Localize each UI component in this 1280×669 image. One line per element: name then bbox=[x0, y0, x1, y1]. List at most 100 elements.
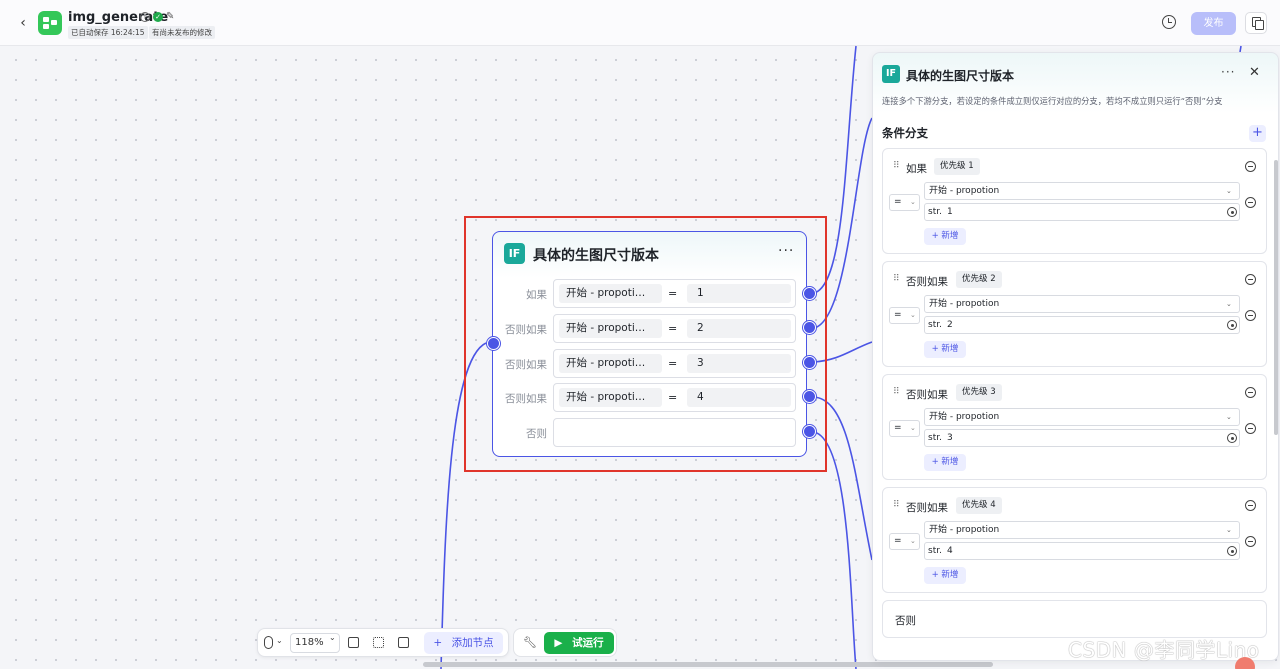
value-input[interactable]: str. 1 bbox=[924, 203, 1240, 221]
value-type: str. bbox=[928, 546, 942, 556]
more-icon[interactable]: ··· bbox=[1221, 65, 1235, 79]
node-settings-panel: IF 具体的生图尺寸版本 ··· ✕ 连接多个下游分支，若设定的条件成立则仅运行… bbox=[872, 52, 1279, 661]
condition-row[interactable]: 开始 - propoti… = 4 bbox=[553, 383, 796, 412]
variable-reference-icon[interactable] bbox=[1227, 433, 1237, 443]
add-node-button[interactable]: + 添加节点 bbox=[424, 632, 503, 654]
minimap-icon[interactable] bbox=[398, 637, 409, 648]
condition-label: 否则如果 bbox=[505, 324, 547, 336]
remove-branch-icon[interactable] bbox=[1245, 274, 1256, 285]
variable-reference-icon[interactable] bbox=[1227, 207, 1237, 217]
chevron-down-icon: ⌄ bbox=[910, 424, 916, 432]
chevron-down-icon[interactable]: ⌄ bbox=[329, 633, 336, 642]
else-label: 否则 bbox=[526, 428, 547, 440]
variable-select[interactable]: 开始 - propotion bbox=[924, 182, 1240, 200]
priority-badge: 优先级 2 bbox=[956, 271, 1002, 288]
condition-variable: 开始 - propoti… bbox=[559, 284, 662, 303]
test-run-label: 试运行 bbox=[572, 637, 604, 649]
remove-branch-icon[interactable] bbox=[1245, 161, 1256, 172]
close-icon[interactable]: ✕ bbox=[1249, 65, 1260, 80]
mouse-mode-icon[interactable] bbox=[264, 636, 273, 649]
drag-handle-icon[interactable]: ⠿ bbox=[893, 387, 900, 397]
value-text: 2 bbox=[947, 320, 953, 330]
condition-value: 3 bbox=[687, 354, 791, 373]
priority-badge: 优先级 3 bbox=[956, 384, 1002, 401]
output-port[interactable] bbox=[803, 390, 816, 403]
output-port[interactable] bbox=[803, 287, 816, 300]
remove-condition-icon[interactable] bbox=[1245, 197, 1256, 208]
condition-value: 4 bbox=[687, 388, 791, 407]
add-condition-button[interactable]: + 新增 bbox=[924, 228, 966, 245]
value-text: 1 bbox=[947, 207, 953, 217]
condition-row[interactable]: 开始 - propoti… = 3 bbox=[553, 349, 796, 378]
condition-variable: 开始 - propoti… bbox=[559, 319, 662, 338]
condition-operator: = bbox=[668, 322, 678, 335]
add-condition-button[interactable]: + 新增 bbox=[924, 454, 966, 471]
variable-reference-icon[interactable] bbox=[1227, 546, 1237, 556]
layout-grid-icon[interactable] bbox=[373, 637, 384, 648]
variable-select[interactable]: 开始 - propotion bbox=[924, 295, 1240, 313]
condition-value: 1 bbox=[687, 284, 791, 303]
condition-branch: ⠿ 否则如果 优先级 2 = ⌄ 开始 - propotion ⌄ str. 2… bbox=[882, 261, 1267, 367]
output-port[interactable] bbox=[803, 356, 816, 369]
drag-handle-icon[interactable]: ⠿ bbox=[893, 500, 900, 510]
add-condition-button[interactable]: + 新增 bbox=[924, 341, 966, 358]
chevron-down-icon: ⌄ bbox=[910, 198, 916, 206]
add-condition-button[interactable]: + 新增 bbox=[924, 567, 966, 584]
value-input[interactable]: str. 4 bbox=[924, 542, 1240, 560]
add-branch-button[interactable]: + bbox=[1249, 125, 1266, 142]
remove-condition-icon[interactable] bbox=[1245, 423, 1256, 434]
chevron-down-icon: ⌄ bbox=[910, 311, 916, 319]
value-type: str. bbox=[928, 320, 942, 330]
value-text: 3 bbox=[947, 433, 953, 443]
chevron-down-icon: ⌄ bbox=[1226, 300, 1232, 308]
drag-handle-icon[interactable]: ⠿ bbox=[893, 161, 900, 171]
input-port[interactable] bbox=[487, 337, 500, 350]
branch-label: 否则如果 bbox=[906, 276, 948, 288]
condition-branch: ⠿ 否则如果 优先级 4 = ⌄ 开始 - propotion ⌄ str. 4… bbox=[882, 487, 1267, 593]
variable-reference-icon[interactable] bbox=[1227, 320, 1237, 330]
node-title: 具体的生图尺寸版本 bbox=[533, 248, 659, 264]
value-type: str. bbox=[928, 433, 942, 443]
else-row[interactable] bbox=[553, 418, 796, 447]
wrench-icon[interactable]: 🔧︎ bbox=[523, 636, 537, 649]
watermark: CSDN @李同学Lino bbox=[1068, 638, 1260, 662]
condition-branch: ⠿ 如果 优先级 1 = ⌄ 开始 - propotion ⌄ str. 1 +… bbox=[882, 148, 1267, 254]
chevron-down-icon: ⌄ bbox=[910, 537, 916, 545]
condition-value: 2 bbox=[687, 319, 791, 338]
plus-icon: + bbox=[433, 637, 443, 649]
remove-branch-icon[interactable] bbox=[1245, 500, 1256, 511]
remove-branch-icon[interactable] bbox=[1245, 387, 1256, 398]
else-label: 否则 bbox=[895, 615, 916, 627]
chevron-down-icon: ⌄ bbox=[1226, 413, 1232, 421]
chevron-down-icon[interactable]: ⌄ bbox=[276, 636, 283, 645]
condition-row[interactable]: 开始 - propoti… = 1 bbox=[553, 279, 796, 308]
remove-condition-icon[interactable] bbox=[1245, 310, 1256, 321]
drag-handle-icon[interactable]: ⠿ bbox=[893, 274, 900, 284]
condition-label: 否则如果 bbox=[505, 359, 547, 371]
more-icon[interactable]: ··· bbox=[778, 243, 794, 259]
condition-branch: ⠿ 否则如果 优先级 3 = ⌄ 开始 - propotion ⌄ str. 3… bbox=[882, 374, 1267, 480]
priority-badge: 优先级 4 bbox=[956, 497, 1002, 514]
condition-row[interactable]: 开始 - propoti… = 2 bbox=[553, 314, 796, 343]
horizontal-scrollbar[interactable] bbox=[423, 662, 993, 667]
remove-condition-icon[interactable] bbox=[1245, 536, 1256, 547]
section-title: 条件分支 bbox=[882, 126, 928, 140]
output-port[interactable] bbox=[803, 425, 816, 438]
test-run-button[interactable]: ▶ 试运行 bbox=[544, 632, 614, 654]
condition-operator: = bbox=[668, 287, 678, 300]
if-node[interactable]: IF 具体的生图尺寸版本 ··· 如果 开始 - propoti… = 1 否则… bbox=[492, 231, 807, 457]
value-input[interactable]: str. 2 bbox=[924, 316, 1240, 334]
condition-variable: 开始 - propoti… bbox=[559, 354, 662, 373]
variable-select[interactable]: 开始 - propotion bbox=[924, 521, 1240, 539]
variable-select[interactable]: 开始 - propotion bbox=[924, 408, 1240, 426]
branch-label: 否则如果 bbox=[906, 389, 948, 401]
else-branch: 否则 bbox=[882, 600, 1267, 638]
panel-scrollbar[interactable] bbox=[1274, 160, 1278, 435]
comment-icon[interactable] bbox=[348, 637, 359, 648]
condition-operator: = bbox=[668, 357, 678, 370]
condition-operator: = bbox=[668, 391, 678, 404]
value-type: str. bbox=[928, 207, 942, 217]
if-node-icon: IF bbox=[882, 65, 900, 83]
value-input[interactable]: str. 3 bbox=[924, 429, 1240, 447]
output-port[interactable] bbox=[803, 321, 816, 334]
